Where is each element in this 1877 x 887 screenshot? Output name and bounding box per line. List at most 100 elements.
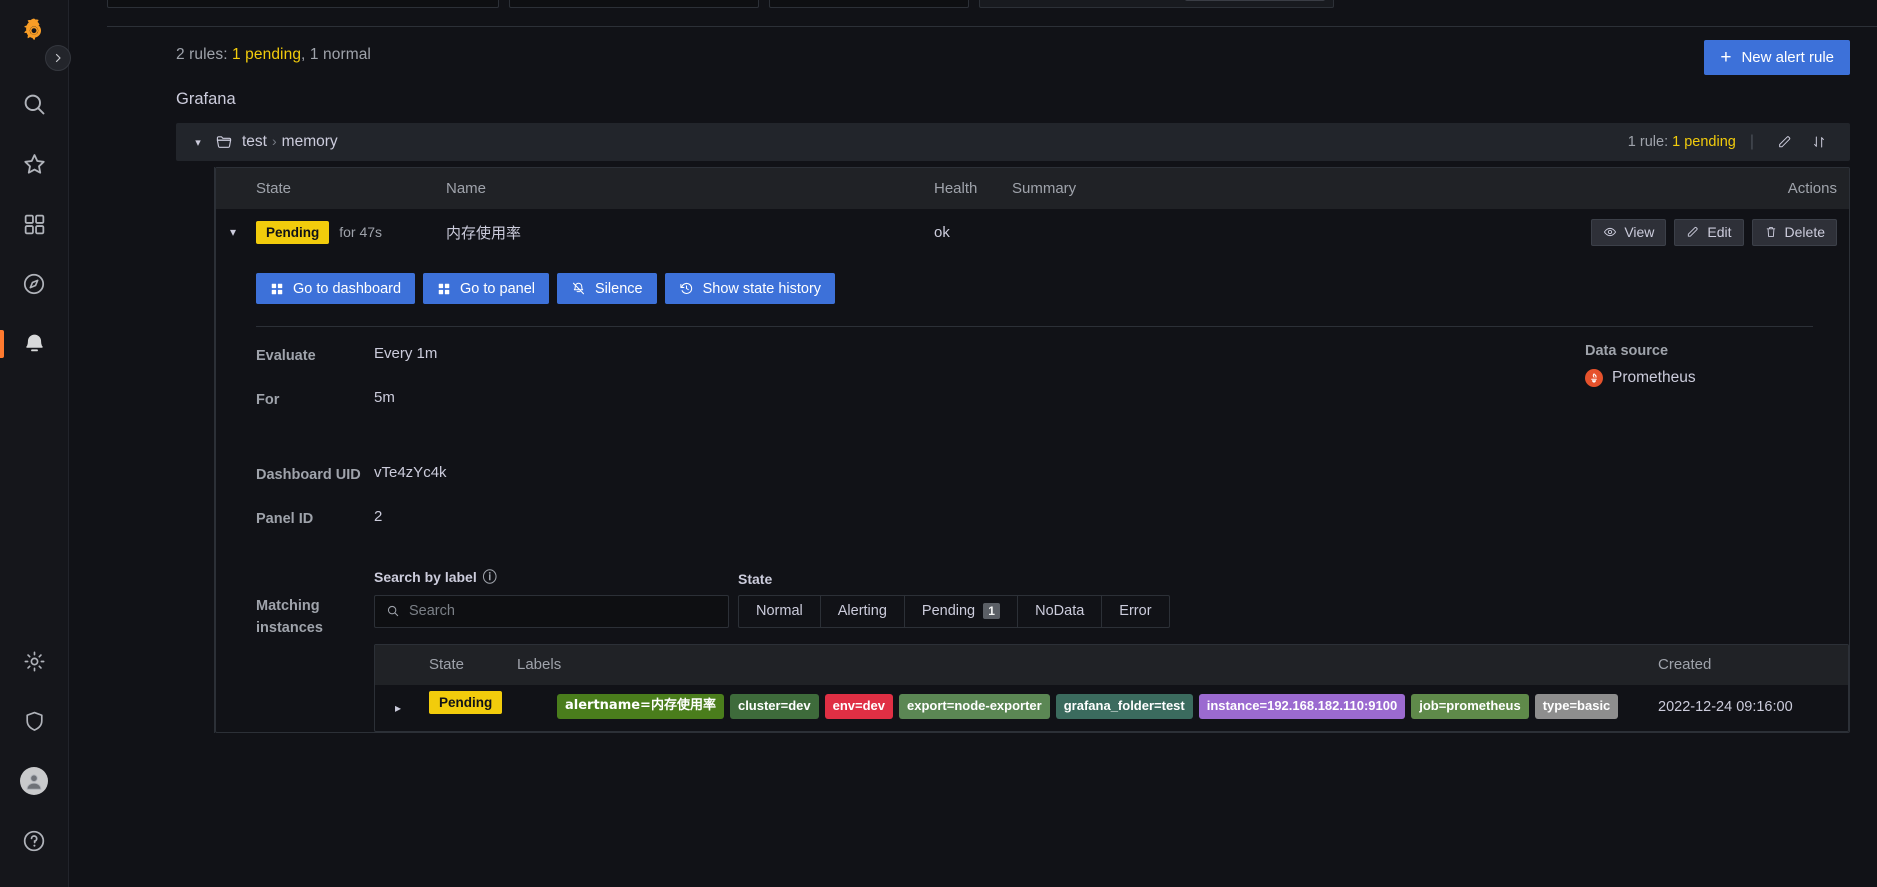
label-chip[interactable]: env=dev [825, 694, 893, 719]
column-header-name: Name [446, 180, 934, 197]
list-item: ▸ Pending alertname=内存使用率cluster=devenv=… [375, 685, 1848, 731]
dashboard-uid-value: vTe4zYc4k [374, 464, 447, 481]
label-chip[interactable]: cluster=dev [730, 694, 819, 719]
state-filter-nodata[interactable]: NoData [1018, 596, 1102, 627]
rule-actions-cell: View Edit [1549, 219, 1849, 246]
view-button[interactable]: View [1591, 219, 1666, 246]
filter-input-2[interactable] [509, 0, 759, 8]
state-filter-error[interactable]: Error [1102, 596, 1168, 627]
search-input[interactable] [409, 603, 717, 619]
group-collapse-chevron-icon[interactable]: ▾ [190, 136, 206, 149]
sidebar-item-configuration[interactable] [0, 631, 69, 691]
search-input-wrapper[interactable] [374, 595, 729, 628]
show-state-history-button[interactable]: Show state history [665, 273, 835, 304]
data-source-block: Data source Prometheus [1585, 343, 1815, 387]
state-filter-alerting[interactable]: Alerting [821, 596, 905, 627]
sidebar-item-server-admin[interactable] [0, 691, 69, 751]
history-icon [679, 281, 694, 296]
go-to-panel-label: Go to panel [460, 281, 535, 297]
go-to-dashboard-button[interactable]: Go to dashboard [256, 273, 415, 304]
column-header-actions: Actions [1549, 180, 1849, 197]
detail-divider [256, 326, 1813, 327]
search-icon [21, 91, 48, 118]
filter-input-1[interactable] [107, 0, 499, 8]
state-filter-normal[interactable]: Normal [739, 596, 821, 627]
instance-status-badge: Pending [429, 691, 502, 714]
state-filter-error-label: Error [1119, 603, 1151, 619]
label-chip[interactable]: alertname=内存使用率 [557, 694, 724, 719]
label-chip[interactable]: grafana_folder=test [1056, 694, 1193, 719]
sidebar-item-alerting[interactable] [0, 314, 69, 374]
label-chip[interactable]: export=node-exporter [899, 694, 1050, 719]
dashboards-grid-icon [22, 212, 47, 237]
view-button-label: View [1624, 224, 1654, 240]
column-header-summary: Summary [1012, 180, 1549, 197]
silence-label: Silence [595, 281, 643, 297]
state-filter-label: State [738, 571, 1170, 587]
quick-actions-bar: Go to dashboard Go t [256, 267, 1849, 304]
sidebar-item-search[interactable] [0, 74, 69, 134]
sidebar-item-dashboards[interactable] [0, 194, 69, 254]
dashboard-grid-icon [270, 282, 284, 296]
info-icon[interactable]: ⓘ [483, 567, 497, 587]
edit-group-icon[interactable] [1768, 129, 1802, 155]
row-expand-chevron-icon[interactable]: ▾ [230, 225, 236, 239]
instance-filters: Search by label ⓘ [374, 567, 1849, 628]
rule-group-header[interactable]: ▾ test › memory 1 rule: 1 pending | [176, 123, 1850, 161]
breadcrumb-separator: › [272, 133, 277, 149]
new-alert-rule-button[interactable]: + New alert rule [1704, 40, 1850, 75]
sidebar-item-starred[interactable] [0, 134, 69, 194]
show-state-history-label: Show state history [703, 281, 821, 297]
instances-table: State Labels Created ▸ [374, 644, 1849, 732]
silence-button[interactable]: Silence [557, 273, 657, 304]
page-content: 2 rules: 1 pending, 1 normal + New alert… [69, 0, 1877, 887]
panel-id-label: Panel ID [256, 508, 374, 530]
table-row: ▾ Pending for 47s 内存使用率 ok [216, 209, 1849, 255]
label-chip[interactable]: type=basic [1535, 694, 1619, 719]
breadcrumb-group[interactable]: memory [282, 133, 338, 150]
rule-detail-panel: Go to dashboard Go t [216, 255, 1849, 732]
search-by-label-group: Search by label ⓘ [374, 567, 729, 628]
edit-button-label: Edit [1707, 224, 1731, 240]
filter-input-4[interactable] [979, 0, 1334, 8]
delete-button[interactable]: Delete [1752, 219, 1837, 246]
rules-table-frame: State Name Health Summary Actions ▾ Pend… [214, 167, 1850, 733]
compass-icon [21, 271, 47, 297]
column-header-health: Health [934, 180, 1012, 197]
sidebar-item-profile[interactable] [0, 751, 69, 811]
top-filter-bar [69, 0, 1877, 10]
instance-expand-chevron-icon[interactable]: ▸ [395, 701, 401, 715]
label-chip[interactable]: instance=192.168.182.110:9100 [1199, 694, 1405, 719]
rule-metadata: Data source Prometheus [256, 345, 1849, 732]
label-chip[interactable]: job=prometheus [1411, 694, 1529, 719]
sidebar-item-help[interactable] [0, 811, 69, 871]
group-header-separator: | [1750, 133, 1754, 151]
go-to-panel-button[interactable]: Go to panel [423, 273, 549, 304]
breadcrumb-folder[interactable]: test [242, 133, 267, 150]
state-filter-normal-label: Normal [756, 603, 803, 619]
expand-menu-button[interactable] [45, 45, 71, 71]
state-filter-pending-label: Pending [922, 603, 975, 619]
folder-icon [215, 133, 233, 151]
namespace-title: Grafana [176, 90, 236, 109]
instances-column-state: State [429, 656, 517, 673]
rule-name[interactable]: 内存使用率 [446, 222, 934, 243]
rule-for-duration: for 47s [339, 224, 382, 240]
edit-button[interactable]: Edit [1674, 219, 1743, 246]
group-rule-count: 1 rule: 1 pending [1628, 134, 1736, 150]
search-icon [386, 604, 400, 618]
matching-instances-label: Matching instances [256, 567, 374, 640]
state-filter-pending[interactable]: Pending 1 [905, 596, 1018, 627]
sidebar-item-explore[interactable] [0, 254, 69, 314]
status-badge: Pending [256, 221, 329, 244]
reorder-rules-icon[interactable] [1802, 129, 1836, 155]
grafana-logo-icon[interactable] [13, 10, 55, 52]
prometheus-icon [1585, 369, 1603, 387]
state-filter-radio-group: Normal Alerting Pending 1 [738, 595, 1170, 628]
filter-input-3[interactable] [769, 0, 969, 8]
user-icon [23, 770, 45, 792]
header-divider [107, 26, 1877, 27]
rule-health: ok [934, 224, 1012, 241]
plus-icon: + [1720, 48, 1731, 67]
panel-id-value: 2 [374, 508, 382, 525]
